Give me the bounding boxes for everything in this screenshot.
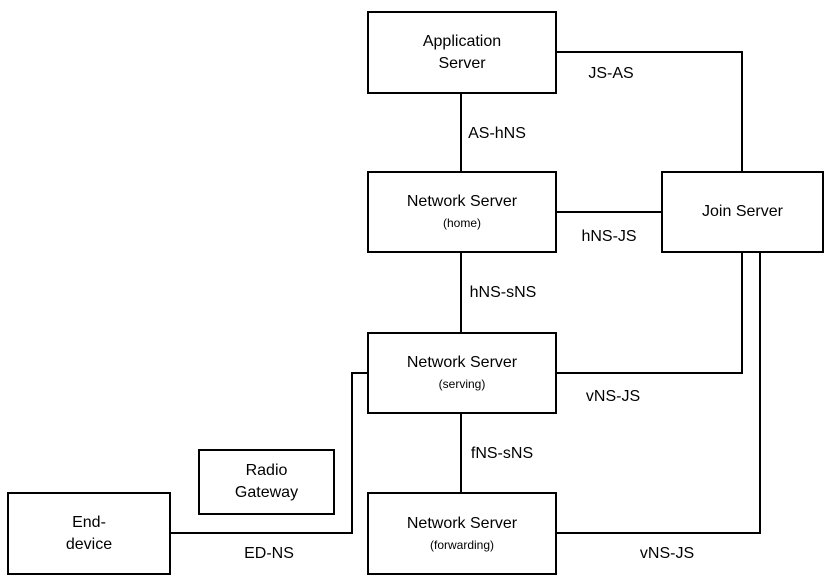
end-device-box: End- device [7,492,171,575]
network-server-serving-box: Network Server (serving) [367,332,557,414]
line-vns-js-serving [556,252,743,374]
label-vns-js-serving: vNS-JS [585,388,641,405]
end-device-label-1: End- [72,513,106,531]
network-server-home-box: Network Server (home) [367,171,557,253]
ns-serving-title: Network Server [406,354,518,371]
ns-home-title: Network Server [406,193,518,210]
line-js-as [556,51,743,172]
join-server-box: Join Server [661,171,824,253]
radio-gateway-box: Radio Gateway [198,449,335,515]
app-server-label-2: Server [438,54,486,72]
join-server-title: Join Server [702,203,783,220]
app-server-label-1: Application [422,32,502,50]
ns-forwarding-title: Network Server [406,514,518,532]
label-as-hns: AS-hNS [468,125,526,142]
ns-forwarding-sub: (forwarding) [429,537,495,552]
label-hns-js: hNS-JS [581,228,637,245]
end-device-label-2: device [65,535,113,553]
label-fns-sns: fNS-sNS [470,445,534,462]
network-architecture-diagram: Application Server Network Server (home)… [0,0,833,585]
network-server-forwarding-box: Network Server (forwarding) [367,492,557,575]
ns-home-sub: (home) [442,216,481,230]
label-js-as: JS-AS [588,65,634,82]
radio-gateway-label-2: Gateway [234,484,299,501]
label-hns-sns: hNS-sNS [469,284,537,301]
label-vns-js-forwarding: vNS-JS [639,545,695,562]
application-server-box: Application Server [367,11,557,94]
radio-gateway-label-1: Radio [245,462,288,479]
ns-serving-sub: (serving) [438,377,486,391]
label-ed-ns: ED-NS [244,545,294,562]
